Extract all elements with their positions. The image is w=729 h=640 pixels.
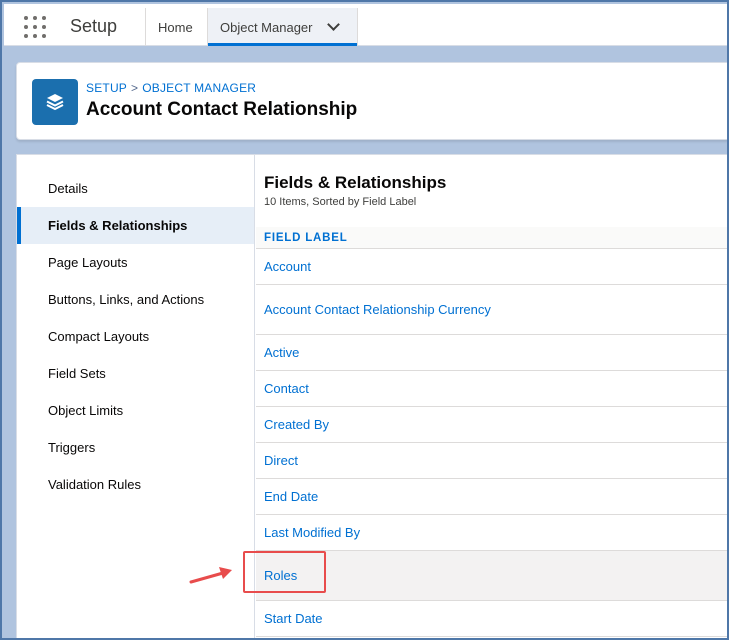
tab-home-label: Home (158, 19, 193, 35)
table-row: Active (256, 335, 727, 371)
breadcrumb-setup[interactable]: SETUP (86, 81, 127, 95)
layers-icon (32, 79, 78, 125)
sidebar-item-field-sets[interactable]: Field Sets (17, 355, 254, 392)
table-row-roles: Roles (256, 551, 727, 601)
table-row: Direct (256, 443, 727, 479)
page-title: Account Contact Relationship (86, 99, 358, 120)
table-row: Account Contact Relationship Currency (256, 285, 727, 335)
table-row: Start Date (256, 601, 727, 637)
breadcrumb: SETUP > OBJECT MANAGER (86, 81, 256, 95)
sidebar-item-label: Page Layouts (48, 255, 128, 270)
chevron-down-icon[interactable] (326, 18, 340, 31)
tab-object-manager[interactable]: Object Manager (207, 8, 358, 46)
sidebar-item-object-limits[interactable]: Object Limits (17, 392, 254, 429)
field-link-start-date[interactable]: Start Date (264, 611, 323, 626)
sidebar-item-label: Validation Rules (48, 477, 141, 492)
sidebar: Details Fields & Relationships Page Layo… (17, 155, 255, 638)
sidebar-item-label: Triggers (48, 440, 96, 455)
tab-home[interactable]: Home (145, 8, 207, 46)
sidebar-item-label: Buttons, Links, and Actions (48, 292, 205, 307)
fields-panel: Fields & Relationships 10 Items, Sorted … (256, 155, 727, 638)
global-header: Setup Home Object Manager (4, 4, 727, 46)
field-link-created-by[interactable]: Created By (264, 417, 329, 432)
content-panel: Details Fields & Relationships Page Layo… (16, 154, 727, 638)
field-link-active[interactable]: Active (264, 345, 299, 360)
table-row: End Date (256, 479, 727, 515)
screenshot-frame: Setup Home Object Manager SETUP > OBJECT M… (0, 0, 729, 640)
sidebar-item-label: Details (48, 181, 88, 196)
sidebar-item-fields-relationships[interactable]: Fields & Relationships (17, 207, 254, 244)
table-row: Created By (256, 407, 727, 443)
app-launcher-icon[interactable] (24, 16, 46, 38)
sidebar-item-validation-rules[interactable]: Validation Rules (17, 466, 254, 503)
sidebar-item-compact-layouts[interactable]: Compact Layouts (17, 318, 254, 355)
sidebar-item-triggers[interactable]: Triggers (17, 429, 254, 466)
section-title: Fields & Relationships (264, 173, 447, 192)
table-row: Account (256, 249, 727, 285)
field-link-last-modified-by[interactable]: Last Modified By (264, 525, 360, 540)
column-header-field-label[interactable]: FIELD LABEL (256, 227, 727, 249)
table-row: Last Modified By (256, 515, 727, 551)
column-header-label: FIELD LABEL (264, 231, 348, 244)
field-link-roles[interactable]: Roles (264, 568, 297, 583)
app-name: Setup (70, 16, 118, 36)
sidebar-item-buttons-links-actions[interactable]: Buttons, Links, and Actions (17, 281, 254, 318)
table-row: Contact (256, 371, 727, 407)
sidebar-item-label: Object Limits (48, 403, 124, 418)
item-count: 10 Items, Sorted by Field Label (264, 196, 417, 208)
field-link-end-date[interactable]: End Date (264, 489, 318, 504)
field-link-currency[interactable]: Account Contact Relationship Currency (264, 302, 491, 317)
field-link-contact[interactable]: Contact (264, 381, 309, 396)
breadcrumb-object-manager[interactable]: OBJECT MANAGER (142, 81, 256, 95)
sidebar-item-label: Field Sets (48, 366, 106, 381)
sidebar-item-label: Compact Layouts (48, 329, 150, 344)
breadcrumb-separator: > (131, 81, 139, 95)
tab-object-manager-label: Object Manager (220, 19, 313, 35)
sidebar-item-page-layouts[interactable]: Page Layouts (17, 244, 254, 281)
sidebar-item-label: Fields & Relationships (48, 218, 188, 233)
page-header: SETUP > OBJECT MANAGER Account Contact Rel… (16, 62, 727, 140)
field-link-direct[interactable]: Direct (264, 453, 298, 468)
field-link-account[interactable]: Account (264, 259, 311, 274)
sidebar-item-details[interactable]: Details (17, 170, 254, 207)
